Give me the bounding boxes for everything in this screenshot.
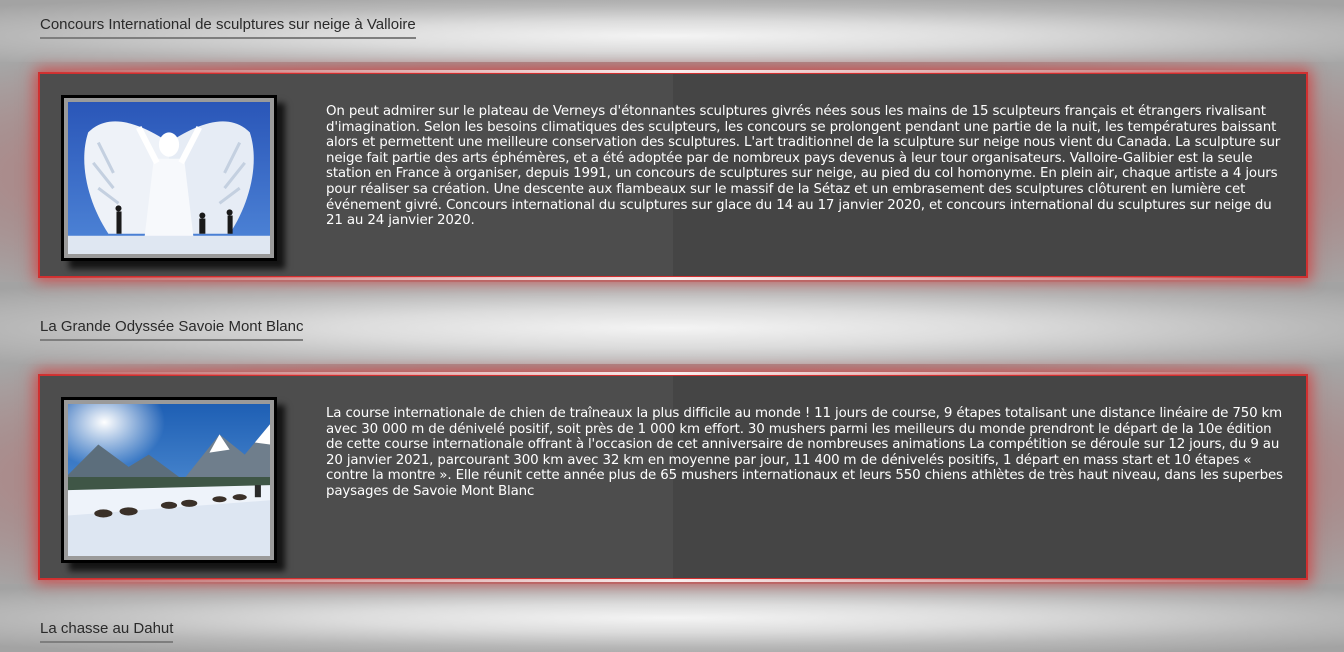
article-image-frame [61, 95, 277, 261]
article-panel: On peut admirer sur le plateau de Verney… [38, 70, 1308, 280]
article-text: La course internationale de chien de tra… [326, 406, 1283, 499]
section-title-link[interactable]: Concours International de sculptures sur… [40, 16, 416, 39]
section-title-link[interactable]: La Grande Odyssée Savoie Mont Blanc [40, 318, 304, 341]
article-image-frame [61, 397, 277, 563]
background-band [0, 584, 1344, 652]
article-panel: La course internationale de chien de tra… [38, 372, 1308, 582]
snow-sculpture-icon [68, 102, 270, 254]
section-title-link[interactable]: La chasse au Dahut [40, 620, 174, 643]
dog-sled-icon [68, 404, 270, 556]
article-text: On peut admirer sur le plateau de Verney… [326, 104, 1281, 229]
